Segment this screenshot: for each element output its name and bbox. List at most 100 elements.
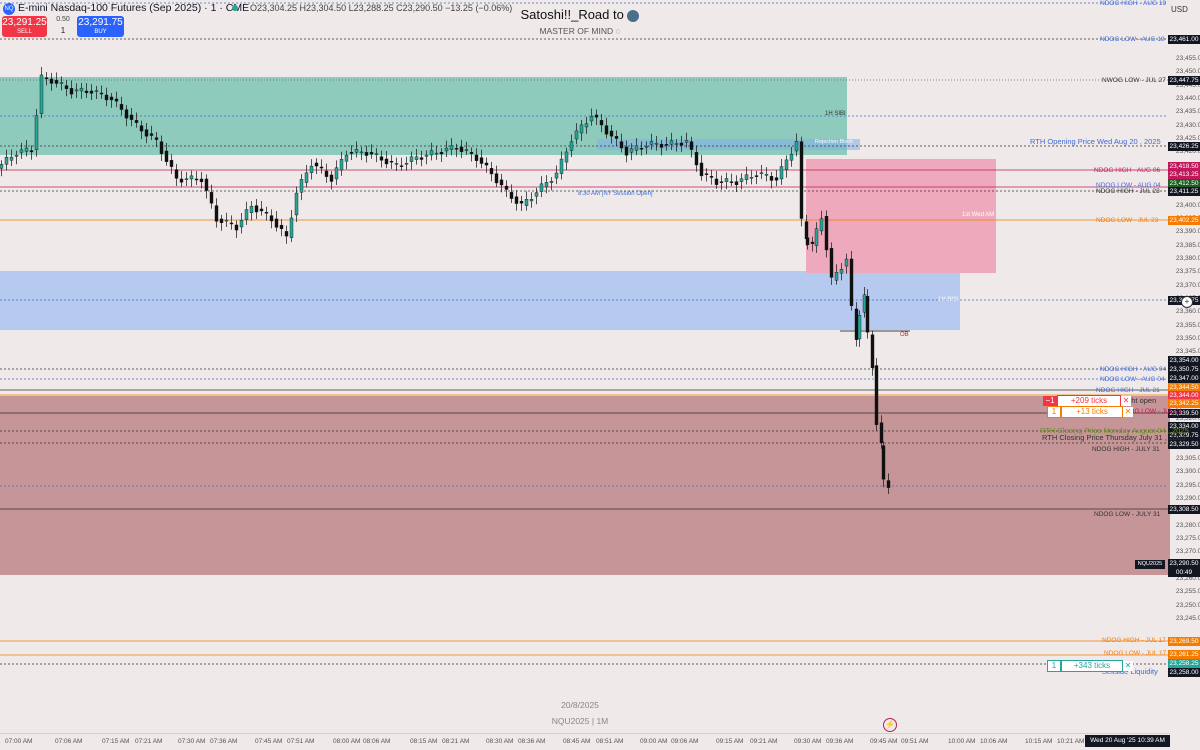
level-label: RTH Closing Price Thursday July 31 , 202… — [1042, 433, 1186, 442]
candle-body — [469, 152, 474, 154]
time-tick-label: 09:21 AM — [750, 738, 778, 745]
price-tick-label: 23,275.00 — [1176, 534, 1200, 542]
position-order-row[interactable]: −1 +209 ticks ✕ — [1043, 395, 1131, 407]
candle-body — [359, 151, 364, 154]
candle-body — [294, 192, 299, 216]
candle-body — [229, 222, 234, 225]
candle-body — [862, 294, 867, 313]
candle-body — [857, 315, 862, 340]
candle-body — [509, 192, 514, 199]
candle-body — [304, 172, 309, 183]
time-tick-label: 08:06 AM — [363, 738, 391, 745]
price-tick-label: 23,350.00 — [1176, 334, 1200, 342]
close-icon[interactable]: ✕ — [1121, 396, 1131, 406]
price-tag: 23,347.00 — [1168, 374, 1200, 383]
candle-body — [549, 181, 554, 183]
time-tick-label: 07:30 AM — [178, 738, 206, 745]
candle-body — [629, 148, 634, 153]
candle-body — [394, 163, 399, 165]
candle-body — [684, 140, 689, 143]
quantity-field[interactable]: 1 — [52, 26, 74, 35]
order-ticks: +13 ticks — [1061, 406, 1123, 418]
snake-icon[interactable]: ⚡ — [883, 718, 897, 732]
candle-body — [64, 85, 69, 89]
chart-canvas[interactable] — [0, 0, 1200, 749]
candle-body — [624, 146, 629, 156]
price-tag: 23,411.25 — [1168, 187, 1200, 196]
candle-body — [309, 165, 314, 173]
candle-body — [474, 154, 479, 161]
order-qty: 1 — [1047, 660, 1061, 672]
time-tick-label: 10:15 AM — [1025, 738, 1053, 745]
candle-body — [849, 258, 854, 306]
candle-body — [154, 137, 159, 140]
time-tick-label: 08:15 AM — [410, 738, 438, 745]
price-tick-label: 23,295.00 — [1176, 481, 1200, 489]
time-tick-label: 09:51 AM — [901, 738, 929, 745]
candle-body — [489, 168, 494, 175]
price-tick-label: 23,385.00 — [1176, 241, 1200, 249]
candle-body — [119, 104, 124, 110]
candle-body — [504, 185, 509, 190]
currency-label[interactable]: USD — [1171, 5, 1188, 14]
chat-bubble-icon: ◌ — [615, 26, 621, 36]
candle-body — [69, 88, 74, 95]
time-tick-label: 07:21 AM — [135, 738, 163, 745]
candle-body — [854, 308, 859, 340]
level-label: RTH Opening Price Wed Aug 20 , 2025 — [1030, 137, 1161, 146]
candle-body — [604, 125, 609, 135]
candle-body — [324, 170, 329, 177]
candle-body — [174, 169, 179, 179]
close-icon[interactable]: ✕ — [1123, 407, 1133, 417]
limit-order-row[interactable]: 1 +13 ticks ✕ — [1047, 406, 1133, 418]
candle-body — [0, 164, 4, 169]
time-tick-label: 10:06 AM — [980, 738, 1008, 745]
candle-body — [544, 182, 549, 188]
candle-body — [349, 152, 354, 154]
close-icon[interactable]: ✕ — [1123, 661, 1133, 671]
time-tick-label: 07:45 AM — [255, 738, 283, 745]
price-tag: 23,354.00 — [1168, 356, 1200, 365]
zone-label-sibi: 1H SIBI — [825, 111, 846, 117]
candle-body — [654, 143, 659, 145]
candle-body — [649, 141, 654, 145]
sell-button[interactable]: 23,291.25 SELL — [2, 16, 47, 37]
crosshair-add-icon[interactable]: + — [1181, 296, 1193, 308]
candle-body — [834, 272, 839, 281]
price-tick-label: 23,305.00 — [1176, 454, 1200, 462]
candle-body — [499, 179, 504, 186]
candle-body — [344, 154, 349, 162]
candle-body — [439, 152, 444, 155]
buy-button[interactable]: 23,291.75 BUY — [77, 16, 124, 37]
order-qty: −1 — [1043, 396, 1057, 406]
time-tick-label: 10:00 AM — [948, 738, 976, 745]
level-label: NDOG LOW - AUG 19 — [1100, 36, 1165, 43]
time-tick-label: 07:51 AM — [287, 738, 315, 745]
candle-body — [249, 205, 254, 213]
candle-body — [881, 445, 886, 480]
price-tick-label: 23,435.00 — [1176, 108, 1200, 116]
candle-body — [454, 148, 459, 150]
symbol-title[interactable]: E-mini Nasdaq-100 Futures (Sep 2025) · 1… — [18, 2, 249, 14]
candle-body — [239, 219, 244, 228]
candle-body — [524, 199, 529, 206]
candle-body — [754, 175, 759, 177]
candle-body — [694, 152, 699, 166]
candle-body — [319, 166, 324, 169]
candle-body — [354, 149, 359, 153]
price-tag: 23,342.25 — [1168, 399, 1200, 408]
candle-body — [494, 173, 499, 184]
candle-body — [805, 237, 810, 246]
time-tick-label: 08:00 AM — [333, 738, 361, 745]
chart-header: NQ E-mini Nasdaq-100 Futures (Sep 2025) … — [0, 0, 1170, 40]
candle-body — [434, 152, 439, 155]
candle-body — [94, 90, 99, 92]
watermark-date: 20/8/2025 — [561, 700, 599, 710]
candle-body — [399, 165, 404, 167]
candle-body — [169, 160, 174, 167]
chart-title: Satoshi!!_Road to — [480, 7, 680, 22]
nq-logo-icon[interactable]: NQ — [3, 3, 15, 15]
candle-body — [199, 178, 204, 183]
candle-body — [514, 196, 519, 204]
target-order-row[interactable]: 1 +343 ticks ✕ — [1047, 660, 1133, 672]
